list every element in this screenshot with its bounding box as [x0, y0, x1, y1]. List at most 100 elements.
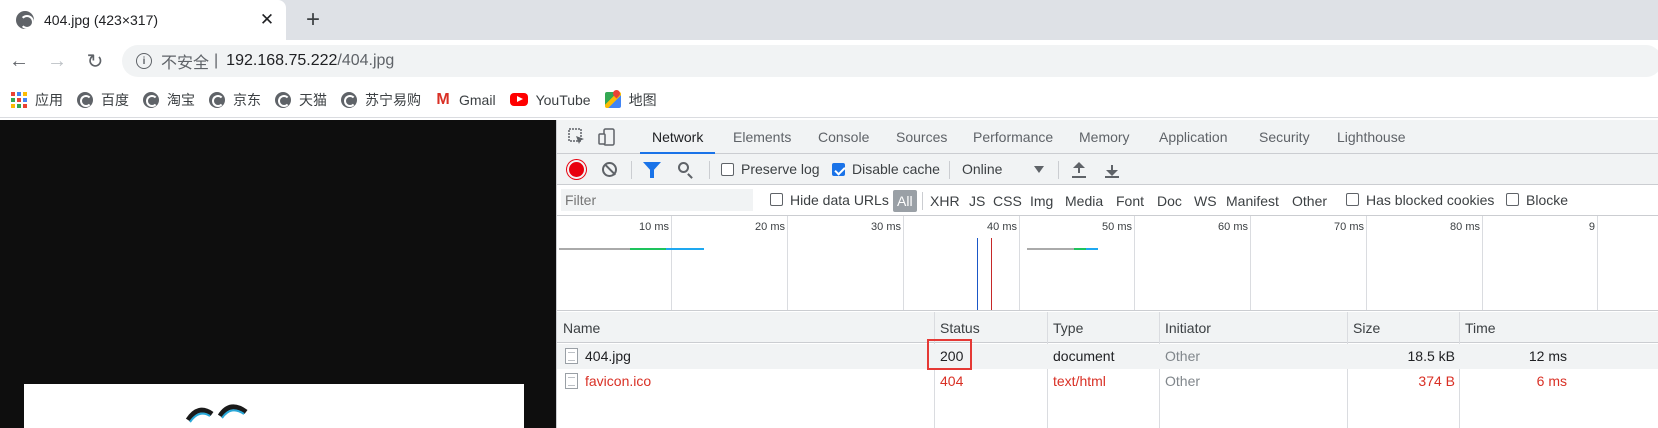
bookmark-taobao[interactable]: 淘宝 — [143, 90, 195, 110]
youtube-icon — [509, 93, 528, 106]
filter-type-ws[interactable]: WS — [1194, 190, 1217, 212]
has-blocked-cookies-label[interactable]: Has blocked cookies — [1366, 192, 1494, 208]
filter-type-manifest[interactable]: Manifest — [1226, 190, 1279, 212]
device-toolbar-icon[interactable] — [598, 128, 616, 146]
devtools-panel: Network Elements Console Sources Perform… — [556, 120, 1658, 428]
column-header-initiator[interactable]: Initiator — [1165, 320, 1211, 336]
apps-grid-icon — [11, 91, 27, 108]
has-blocked-cookies-checkbox[interactable] — [1346, 193, 1359, 206]
url-path: /404.jpg — [337, 52, 395, 69]
bookmark-youtube[interactable]: YouTube — [509, 92, 591, 108]
inspect-element-icon[interactable] — [568, 128, 586, 146]
bookmark-jd[interactable]: 京东 — [209, 90, 261, 110]
disable-cache-checkbox[interactable] — [832, 163, 845, 176]
browser-tab[interactable]: 404.jpg (423×317) ✕ — [0, 0, 286, 40]
image-figure — [185, 404, 248, 423]
bookmark-tmall[interactable]: 天猫 — [275, 90, 327, 110]
timeline-gridline — [1597, 216, 1598, 310]
globe-icon — [341, 91, 357, 108]
request-size: 18.5 kB — [1407, 348, 1455, 364]
tab-elements[interactable]: Elements — [733, 120, 791, 154]
bookmark-apps[interactable]: 应用 — [11, 90, 63, 110]
disable-cache-label[interactable]: Disable cache — [852, 161, 940, 177]
url-host: 192.168.75.222 — [226, 52, 338, 69]
request-name[interactable]: favicon.ico — [585, 373, 651, 389]
tab-lighthouse[interactable]: Lighthouse — [1337, 120, 1406, 154]
network-requests-table: Name Status Type Initiator Size Time 404… — [557, 312, 1658, 428]
preserve-log-checkbox[interactable] — [721, 163, 734, 176]
timeline-gridline — [671, 216, 672, 310]
record-button[interactable] — [569, 162, 584, 177]
timeline-tick: 80 ms — [1450, 221, 1480, 233]
filter-type-other[interactable]: Other — [1292, 190, 1327, 212]
blocked-requests-checkbox[interactable] — [1506, 193, 1519, 206]
preserve-log-label[interactable]: Preserve log — [741, 161, 820, 177]
search-icon[interactable] — [678, 162, 689, 173]
filter-type-all[interactable]: All — [893, 190, 917, 212]
filter-type-js[interactable]: JS — [969, 190, 985, 212]
filter-type-xhr[interactable]: XHR — [930, 190, 960, 212]
filter-input[interactable] — [561, 189, 753, 211]
bookmark-label: 苏宁易购 — [365, 91, 421, 108]
timeline-tick: 30 ms — [871, 221, 901, 233]
globe-icon — [143, 91, 159, 108]
filter-type-img[interactable]: Img — [1030, 190, 1053, 212]
filter-type-font[interactable]: Font — [1116, 190, 1144, 212]
tab-console[interactable]: Console — [818, 120, 869, 154]
gmail-icon: M — [436, 90, 450, 108]
bookmarks-bar: 应用 百度 淘宝 京东 天猫 苏宁易购 M Gmail YouTube 地图 — [0, 82, 1658, 118]
bookmark-gmail[interactable]: M Gmail — [435, 90, 495, 108]
request-time: 6 ms — [1536, 373, 1567, 389]
tab-sources[interactable]: Sources — [896, 120, 947, 154]
timeline-tick: 70 ms — [1334, 221, 1364, 233]
bookmark-suning[interactable]: 苏宁易购 — [341, 90, 421, 110]
timeline-bar-waiting — [559, 248, 630, 250]
filter-icon[interactable] — [643, 162, 661, 178]
column-header-name[interactable]: Name — [563, 320, 600, 336]
address-bar[interactable]: i 不安全 | 192.168.75.222 /404.jpg — [122, 45, 1658, 77]
back-button[interactable]: ← — [6, 48, 32, 74]
tab-application[interactable]: Application — [1159, 120, 1228, 154]
throttling-select[interactable]: Online — [962, 161, 1002, 177]
timeline-gridline — [1134, 216, 1135, 310]
forward-button[interactable]: → — [44, 48, 70, 74]
bookmark-baidu[interactable]: 百度 — [77, 90, 129, 110]
export-har-icon[interactable] — [1105, 162, 1119, 178]
info-icon[interactable]: i — [136, 53, 152, 69]
tab-security[interactable]: Security — [1259, 120, 1310, 154]
table-row[interactable]: 404.jpg 200 document Other 18.5 kB 12 ms — [557, 344, 1658, 369]
maps-icon — [604, 91, 621, 108]
column-header-status[interactable]: Status — [940, 320, 980, 336]
tab-network[interactable]: Network — [639, 120, 716, 154]
filter-type-doc[interactable]: Doc — [1157, 190, 1182, 212]
network-overview-timeline[interactable]: 10 ms 20 ms 30 ms 40 ms 50 ms 60 ms 70 m… — [557, 216, 1658, 311]
toolbar-divider — [631, 161, 632, 179]
close-tab-icon[interactable]: ✕ — [256, 9, 278, 31]
reload-button[interactable]: ↻ — [82, 48, 108, 74]
table-row[interactable]: favicon.ico 404 text/html Other 374 B 6 … — [557, 369, 1658, 394]
import-har-icon[interactable] — [1072, 162, 1086, 178]
chevron-down-icon[interactable] — [1034, 166, 1044, 173]
bookmark-label: 地图 — [628, 91, 657, 108]
blocked-requests-label[interactable]: Blocke — [1526, 192, 1568, 208]
column-header-type[interactable]: Type — [1053, 320, 1083, 336]
tab-memory[interactable]: Memory — [1079, 120, 1130, 154]
filter-type-css[interactable]: CSS — [993, 190, 1022, 212]
timeline-bar-download — [666, 248, 704, 250]
timeline-gridline — [1250, 216, 1251, 310]
timeline-tick: 20 ms — [755, 221, 785, 233]
bookmark-maps[interactable]: 地图 — [604, 90, 657, 110]
hide-data-urls-checkbox[interactable] — [770, 193, 783, 206]
clear-button[interactable] — [602, 162, 617, 177]
hide-data-urls-label[interactable]: Hide data URLs — [790, 192, 889, 208]
security-label[interactable]: 不安全 — [161, 49, 209, 73]
filter-type-media[interactable]: Media — [1065, 190, 1103, 212]
tab-performance[interactable]: Performance — [973, 120, 1053, 154]
tab-strip: 404.jpg (423×317) ✕ + — [0, 0, 1658, 40]
request-name[interactable]: 404.jpg — [585, 348, 631, 364]
timeline-gridline — [1366, 216, 1367, 310]
globe-icon — [275, 91, 291, 108]
column-header-time[interactable]: Time — [1465, 320, 1496, 336]
column-header-size[interactable]: Size — [1353, 320, 1380, 336]
new-tab-button[interactable]: + — [300, 6, 326, 33]
